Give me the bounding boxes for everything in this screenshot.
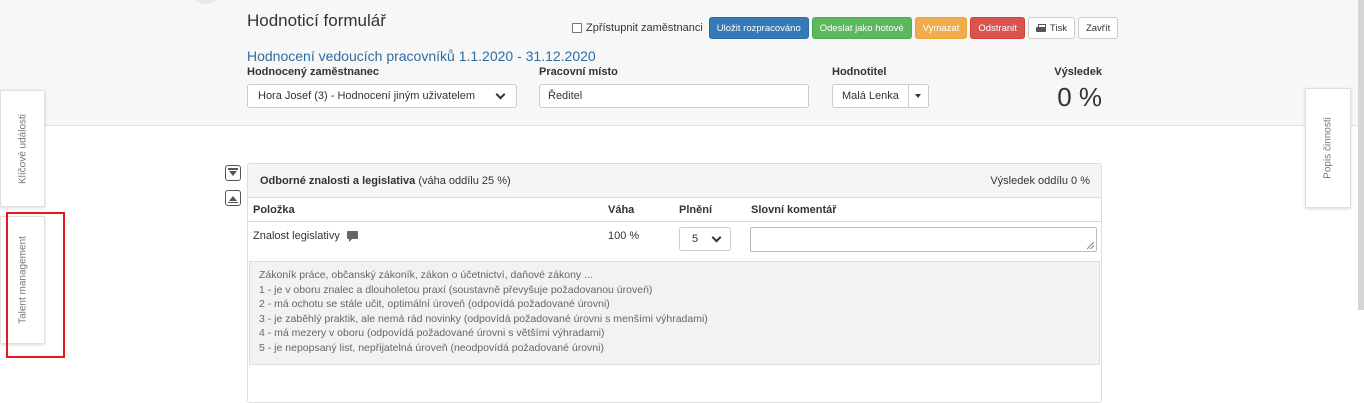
collapse-up-icon[interactable] xyxy=(225,190,241,206)
section-title-wrap: Odborné znalosti a legislativa (váha odd… xyxy=(260,175,511,187)
employee-select[interactable]: Hora Josef (3) - Hodnocení jiným uživate… xyxy=(247,84,517,108)
rater-caret-button[interactable] xyxy=(908,84,929,108)
page-title: Hodnoticí formulář xyxy=(247,11,386,30)
section-panel: Odborné znalosti a legislativa (váha odd… xyxy=(247,163,1102,403)
printer-icon xyxy=(1035,24,1046,32)
tab-key-events[interactable]: Klíčové události xyxy=(0,90,45,207)
tab-key-events-label: Klíčové události xyxy=(17,113,28,184)
description-line: 3 - je zaběhlý praktik, ale nemá rád nov… xyxy=(259,312,708,325)
score-value: 5 xyxy=(692,233,699,245)
form-subtitle: Hodnocení vedoucích pracovníků 1.1.2020 … xyxy=(247,48,596,64)
table-divider xyxy=(248,221,1101,222)
comment-icon[interactable] xyxy=(346,231,358,242)
clear-button[interactable]: Vymazat xyxy=(914,17,968,39)
comment-textarea[interactable] xyxy=(750,227,1097,252)
item-name: Znalost legislativy xyxy=(253,230,340,242)
section-result: Výsledek oddílu 0 % xyxy=(990,174,1090,187)
description-line: Zákoník práce, občanský zákoník, zákon o… xyxy=(259,269,593,281)
triangle-up-icon xyxy=(229,195,237,201)
position-value: Ředitel xyxy=(548,90,583,102)
scrollbar[interactable] xyxy=(1358,0,1364,310)
checkbox-box[interactable] xyxy=(572,23,582,33)
description-line: 5 - je nepopsaný list, nepřijatelná úrov… xyxy=(259,341,604,354)
rater-label: Hodnotitel xyxy=(832,66,887,78)
section-weight: (váha oddílu 25 %) xyxy=(418,174,511,187)
highlight-annotation xyxy=(6,212,65,358)
item-name-cell: Znalost legislativy xyxy=(253,230,358,242)
description-line: 2 - má ochotu se stále učit, optimální ú… xyxy=(259,298,610,310)
employee-value: Hora Josef (3) - Hodnocení jiným uživate… xyxy=(258,90,476,102)
score-select[interactable]: 5 xyxy=(679,227,731,251)
rater-dropdown: Malá Lenka xyxy=(832,84,929,108)
description-line: 4 - má mezery v oboru (odpovídá požadova… xyxy=(259,327,605,339)
result-label: Výsledek xyxy=(1054,66,1102,78)
description-line: 1 - je v oboru znalec a dlouholetou prax… xyxy=(259,283,653,296)
print-label: Tisk xyxy=(1049,22,1067,34)
column-header-weight: Váha xyxy=(608,204,635,216)
share-checkbox-label: Zpřístupnit zaměstnanci xyxy=(586,22,703,34)
triangle-down-icon xyxy=(229,170,237,176)
print-button[interactable]: Tisk xyxy=(1027,17,1075,39)
tab-job-description[interactable]: Popis činnosti xyxy=(1305,88,1351,208)
section-header: Odborné znalosti a legislativa (váha odd… xyxy=(248,164,1101,198)
remove-button[interactable]: Odstranit xyxy=(970,17,1025,39)
caret-down-icon xyxy=(915,94,922,98)
position-field[interactable]: Ředitel xyxy=(539,84,809,108)
resize-grip-icon[interactable] xyxy=(1087,242,1094,249)
section-title: Odborné znalosti a legislativa xyxy=(260,174,416,187)
tab-job-description-label: Popis činnosti xyxy=(1322,117,1334,179)
item-description: Zákoník práce, občanský zákoník, zákon o… xyxy=(249,261,1100,365)
close-button[interactable]: Zavřít xyxy=(1077,17,1119,39)
share-with-employee-checkbox[interactable]: Zpřístupnit zaměstnanci xyxy=(572,22,703,34)
rater-button[interactable]: Malá Lenka xyxy=(832,84,909,108)
send-done-button[interactable]: Odeslat jako hotové xyxy=(811,17,912,39)
toolbar: Zpřístupnit zaměstnanci Uložit rozpracov… xyxy=(572,17,1119,39)
collapse-down-icon[interactable] xyxy=(225,165,241,181)
item-weight: 100 % xyxy=(608,230,640,242)
column-header-comment: Slovní komentář xyxy=(751,204,837,216)
chevron-down-icon xyxy=(711,232,722,242)
save-draft-button[interactable]: Uložit rozpracováno xyxy=(708,17,809,39)
column-header-item: Položka xyxy=(253,204,295,216)
chevron-down-icon xyxy=(495,89,506,99)
position-label: Pracovní místo xyxy=(539,66,618,78)
employee-label: Hodnocený zaměstnanec xyxy=(247,66,380,78)
column-header-fulfillment: Plnění xyxy=(679,204,713,216)
result-value: 0 % xyxy=(1057,82,1102,112)
